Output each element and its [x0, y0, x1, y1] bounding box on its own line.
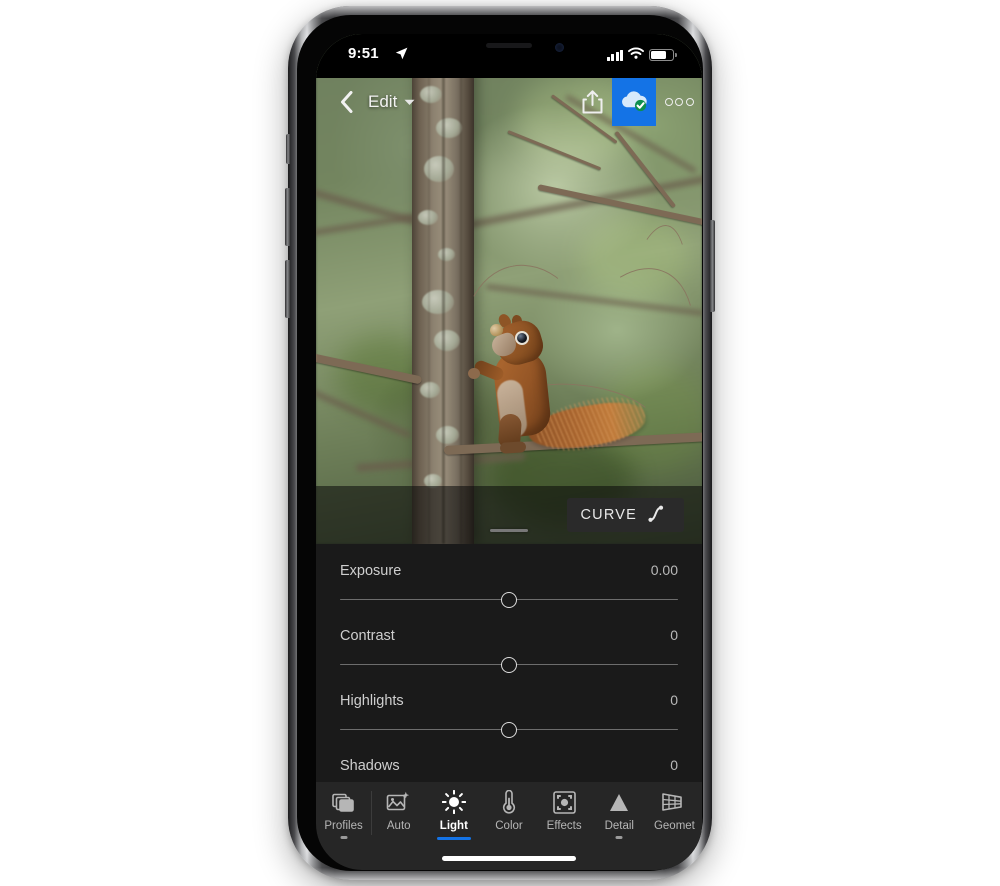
status-time: 9:51 [348, 45, 379, 62]
page-title: Edit [368, 92, 398, 111]
light-sun-icon [441, 789, 466, 815]
back-button[interactable] [332, 88, 360, 116]
slider-thumb-contrast[interactable] [501, 657, 517, 673]
home-indicator[interactable] [442, 856, 576, 861]
slider-label-shadows: Shadows [340, 758, 400, 774]
phone-screen: CURVE Exposure 0.00 Contrast 0 Highlight… [316, 34, 702, 870]
tool-divider [371, 791, 373, 835]
slider-track-highlights[interactable] [340, 721, 678, 739]
front-camera [555, 43, 564, 52]
tool-color[interactable]: Color [481, 789, 536, 832]
slider-value-highlights: 0 [670, 692, 678, 708]
tool-effects[interactable]: Effects [537, 789, 592, 832]
app-bar: Edit [316, 78, 702, 126]
edit-title-menu[interactable]: Edit [368, 92, 415, 112]
slider-row-highlights: Highlights 0 [340, 674, 678, 739]
curve-strip: CURVE [316, 486, 702, 544]
earpiece-speaker [486, 43, 532, 48]
tool-label-detail: Detail [604, 820, 634, 832]
detail-triangle-icon [607, 789, 631, 815]
slider-thumb-highlights[interactable] [501, 722, 517, 738]
wifi-icon [628, 46, 644, 64]
tool-label-geometry: Geomet [653, 820, 695, 832]
more-options-icon [685, 98, 694, 106]
battery-icon [649, 49, 677, 61]
slider-label-exposure: Exposure [340, 563, 402, 579]
more-options-icon [675, 98, 683, 106]
status-indicators [606, 46, 677, 64]
slider-value-exposure: 0.00 [650, 562, 678, 578]
volume-up-button[interactable] [285, 188, 290, 246]
geometry-grid-icon [661, 789, 687, 815]
slider-thumb-exposure[interactable] [501, 592, 517, 608]
color-thermometer-icon [501, 789, 517, 815]
power-button[interactable] [710, 220, 715, 312]
effects-frame-icon [552, 789, 576, 815]
tool-profiles[interactable]: Profiles [316, 789, 371, 839]
tool-light[interactable]: Light [426, 789, 481, 840]
tool-label-effects: Effects [546, 820, 582, 832]
light-adjustments-panel: Exposure 0.00 Contrast 0 Highlights 0 Sh… [316, 544, 702, 782]
chevron-down-icon [404, 99, 415, 105]
slider-row-exposure: Exposure 0.00 [340, 544, 678, 609]
tool-indicator-dot [340, 836, 348, 839]
phone-bezel: CURVE Exposure 0.00 Contrast 0 Highlight… [297, 15, 703, 871]
tool-label-auto: Auto [386, 820, 411, 832]
more-options-button[interactable] [656, 78, 702, 126]
phone-frame: CURVE Exposure 0.00 Contrast 0 Highlight… [285, 6, 715, 880]
sync-status-button[interactable] [612, 78, 656, 126]
curve-button[interactable]: CURVE [566, 498, 684, 532]
active-tool-underline [436, 837, 471, 840]
silent-switch[interactable] [286, 134, 290, 164]
more-options-icon [664, 98, 673, 106]
chevron-left-icon [340, 91, 352, 113]
tool-label-color: Color [495, 820, 523, 832]
tool-detail[interactable]: Detail [592, 789, 647, 839]
tone-curve-icon [648, 505, 670, 526]
tool-geometry[interactable]: Geomet [647, 789, 702, 832]
tool-label-light: Light [439, 820, 468, 832]
location-arrow-icon [395, 47, 408, 65]
slider-value-shadows: 0 [670, 757, 678, 773]
slider-row-contrast: Contrast 0 [340, 609, 678, 674]
slider-track-exposure[interactable] [340, 591, 678, 609]
volume-down-button[interactable] [285, 260, 290, 318]
slider-label-highlights: Highlights [340, 693, 404, 709]
slider-row-shadows: Shadows 0 [340, 739, 678, 774]
tool-indicator-dot [615, 836, 623, 839]
display-notch [428, 34, 590, 64]
auto-magic-icon [386, 789, 411, 815]
curve-button-label: CURVE [580, 507, 637, 523]
tool-label-profiles: Profiles [324, 820, 363, 832]
share-button[interactable] [572, 82, 612, 122]
profiles-stack-icon [331, 789, 356, 815]
share-upload-icon [582, 90, 602, 114]
slider-track-contrast[interactable] [340, 656, 678, 674]
slider-label-contrast: Contrast [340, 628, 395, 644]
slider-value-contrast: 0 [670, 627, 678, 643]
cloud-synced-icon [619, 88, 649, 117]
squirrel-subject [466, 312, 656, 474]
cellular-signal-icon [606, 49, 623, 61]
tool-auto[interactable]: Auto [371, 789, 426, 835]
